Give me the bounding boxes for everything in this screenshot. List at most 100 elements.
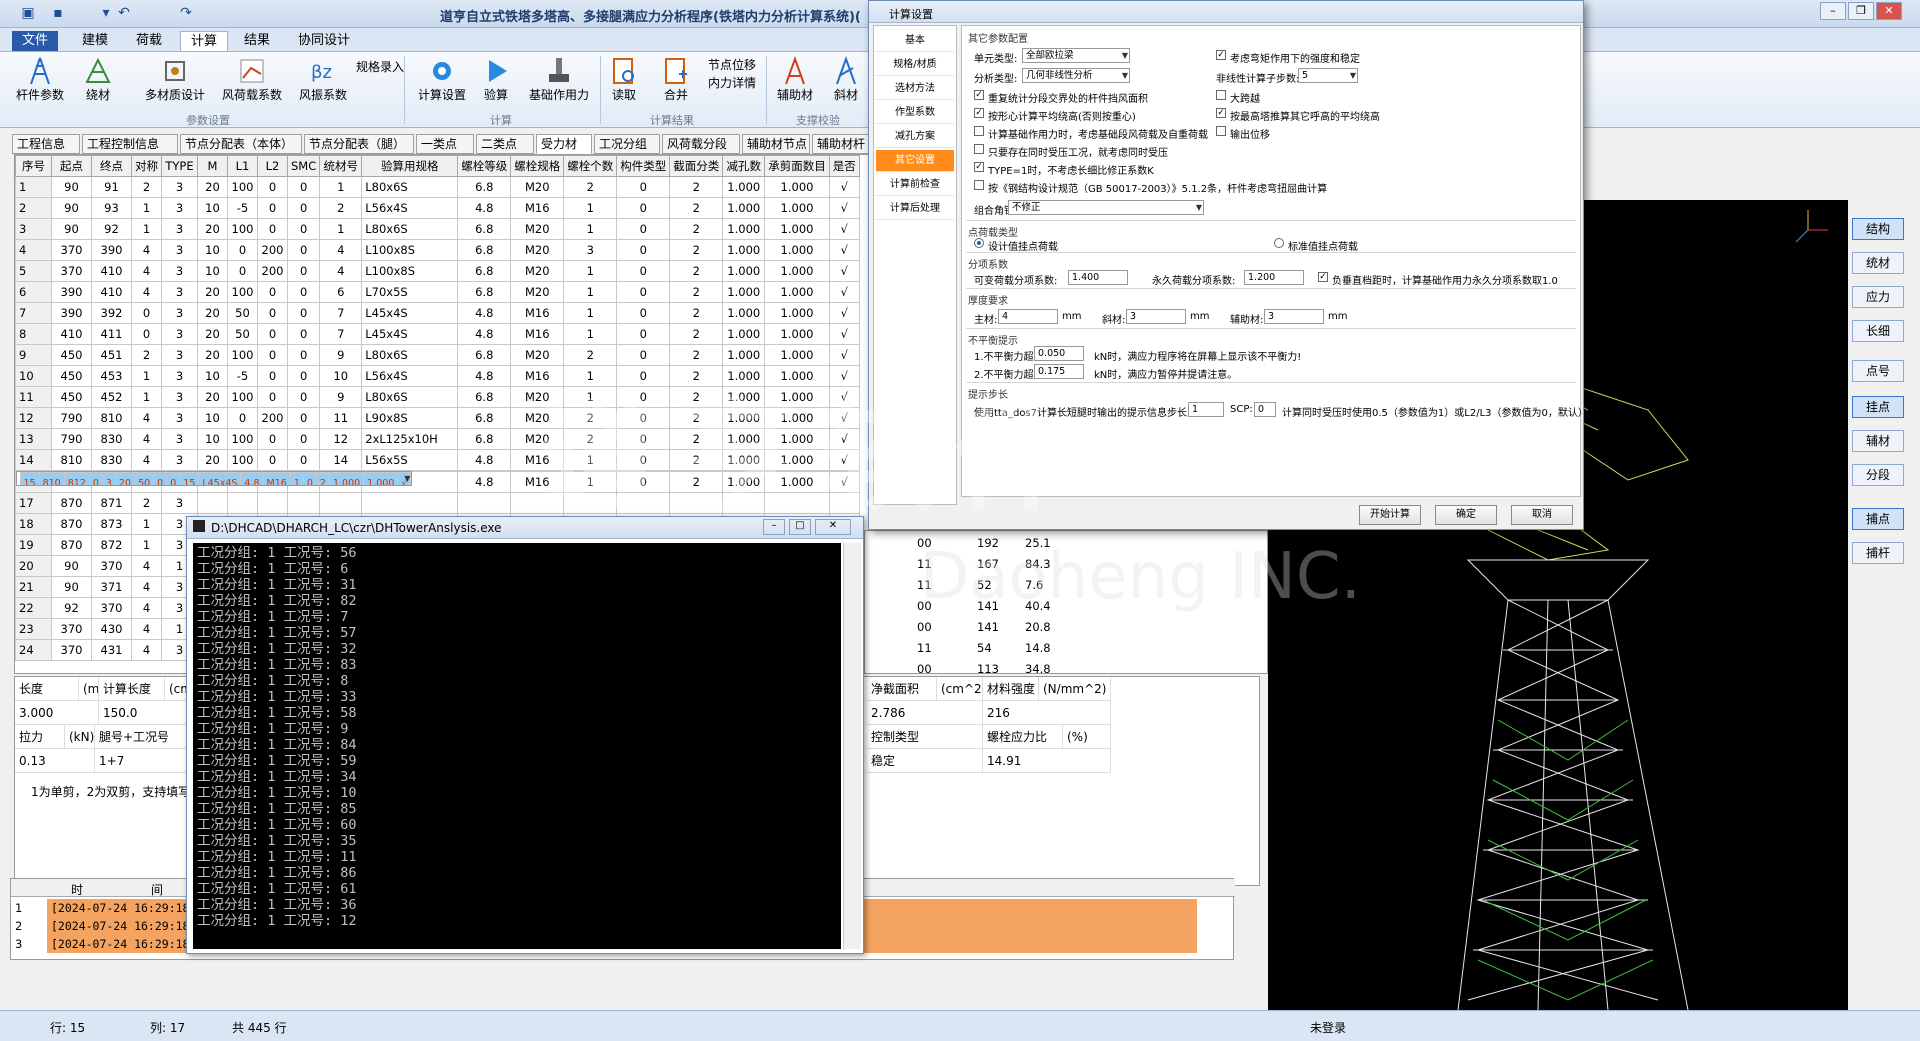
table-cell[interactable]: 1 xyxy=(131,386,162,408)
table-cell[interactable]: 1.000 xyxy=(764,176,830,198)
column-header[interactable]: TYPE xyxy=(161,155,198,177)
tab-project-info[interactable]: 工程信息 xyxy=(12,134,80,154)
table-cell[interactable]: 390 xyxy=(51,281,92,303)
column-header[interactable]: 验算用规格 xyxy=(361,155,459,177)
table-cell[interactable]: 4 xyxy=(131,260,162,282)
tab-class2-point[interactable]: 二类点 xyxy=(476,134,534,154)
table-cell[interactable]: 1.000 xyxy=(722,281,766,303)
table-cell[interactable]: L45x4S xyxy=(361,323,459,345)
table-cell[interactable]: 370 xyxy=(51,639,92,661)
column-header[interactable]: 螺栓规格 xyxy=(510,155,565,177)
merge-button[interactable]: 合并 xyxy=(658,56,694,108)
table-cell[interactable]: 100 xyxy=(227,428,258,450)
view-stress-button[interactable]: 应力 xyxy=(1852,286,1904,308)
table-cell[interactable]: 0 xyxy=(286,323,321,345)
table-cell[interactable]: 1.000 xyxy=(722,197,766,219)
table-cell[interactable]: 0 xyxy=(257,197,288,219)
table-cell[interactable]: 431 xyxy=(91,639,132,661)
table-cell[interactable]: 4 xyxy=(131,618,162,640)
table-cell[interactable]: 0 xyxy=(286,365,321,387)
table-cell[interactable]: 2 xyxy=(669,218,724,240)
table-cell[interactable] xyxy=(457,492,512,514)
table-cell[interactable]: 20 xyxy=(114,472,136,485)
table-cell[interactable]: 810 xyxy=(51,449,92,471)
table-cell[interactable]: 1 xyxy=(563,281,618,303)
table-cell[interactable]: L80x6S xyxy=(361,386,459,408)
snap-rod-button[interactable]: 捕杆 xyxy=(1852,542,1904,564)
table-cell[interactable]: 1 xyxy=(563,323,618,345)
table-cell[interactable]: 4.8 xyxy=(240,472,264,485)
table-cell[interactable]: 1.000 xyxy=(722,239,766,261)
unbal1-input[interactable]: 0.050 xyxy=(1034,346,1084,361)
table-cell[interactable]: 10 xyxy=(197,239,228,261)
tab-node-leg[interactable]: 节点分配表（腿） xyxy=(304,134,414,154)
table-cell[interactable]: 1 xyxy=(131,534,162,556)
table-cell[interactable]: 2 xyxy=(131,344,162,366)
table-cell[interactable]: 20 xyxy=(197,302,228,324)
prop-net-area-value[interactable]: 2.786 xyxy=(867,701,983,725)
table-cell[interactable]: 1.000 xyxy=(764,260,830,282)
table-cell[interactable]: 1.000 xyxy=(328,472,365,485)
nav-selection-method[interactable]: 选材方法 xyxy=(876,78,954,100)
diag-thick-input[interactable]: 3 xyxy=(1126,309,1186,324)
table-cell[interactable]: 452 xyxy=(91,386,132,408)
tab-aux-node[interactable]: 辅助材节点 xyxy=(742,134,810,154)
table-cell[interactable]: L70x5S xyxy=(361,281,459,303)
table-cell[interactable]: 0 xyxy=(616,197,671,219)
table-cell[interactable]: 90 xyxy=(51,576,92,598)
tab-aux-rod[interactable]: 辅助材杆 xyxy=(812,134,870,154)
nav-pre-check[interactable]: 计算前检查 xyxy=(876,174,954,196)
view-slenderness-button[interactable]: 长细 xyxy=(1852,320,1904,342)
table-cell[interactable]: √ xyxy=(828,197,860,219)
redo-icon[interactable]: ↷ xyxy=(176,4,196,22)
prop-bolt-ratio-value[interactable]: 14.91 xyxy=(983,749,1111,773)
table-cell[interactable]: 810 xyxy=(91,407,132,429)
table-cell[interactable]: 3 xyxy=(101,472,116,485)
table-cell[interactable]: 0 xyxy=(131,302,162,324)
table-cell[interactable]: 3 xyxy=(161,176,198,198)
chk-type1[interactable]: ✓ xyxy=(974,162,984,172)
table-cell[interactable]: 3 xyxy=(161,281,198,303)
undo-icon[interactable]: ↶ xyxy=(114,4,134,22)
table-cell[interactable]: 90 xyxy=(51,176,92,198)
column-header[interactable]: 终点 xyxy=(91,155,132,177)
table-cell[interactable]: 0 xyxy=(616,260,671,282)
table-cell[interactable]: 0 xyxy=(286,218,321,240)
table-cell[interactable]: 50 xyxy=(227,323,258,345)
table-cell[interactable]: 0 xyxy=(166,472,181,485)
table-cell[interactable]: 0 xyxy=(286,197,321,219)
table-cell[interactable]: 100 xyxy=(227,218,258,240)
table-cell[interactable]: √ xyxy=(828,218,860,240)
table-row[interactable]: 8 410 411 0 3 20 50 0 0 7 L45x4S 4.8 M16 1 0 2 1.000 1.00… xyxy=(15,323,860,345)
table-cell[interactable] xyxy=(319,492,363,514)
table-cell[interactable]: 1 xyxy=(319,176,363,198)
table-cell[interactable]: 4 xyxy=(131,428,162,450)
restore-button[interactable]: ❐ xyxy=(1848,2,1874,20)
menu-tab-collab[interactable]: 协同设计 xyxy=(288,31,360,51)
table-cell[interactable]: 10 xyxy=(197,197,228,219)
table-cell[interactable]: 1.000 xyxy=(764,239,830,261)
table-cell[interactable]: 1.000 xyxy=(722,176,766,198)
view-node-number-button[interactable]: 点号 xyxy=(1852,360,1904,382)
var-factor-input[interactable]: 1.400 xyxy=(1068,270,1128,285)
table-cell[interactable]: 0 xyxy=(616,239,671,261)
table-cell[interactable]: 0 xyxy=(257,218,288,240)
console-window[interactable]: D:\DHCAD\DHARCH_LC\czr\DHTowerAnslysis.e… xyxy=(186,516,864,954)
table-cell[interactable]: 15 xyxy=(179,472,200,485)
chk-overlap-wind[interactable]: ✓ xyxy=(974,90,984,100)
table-cell[interactable]: 10 xyxy=(197,428,228,450)
wind-load-factor-button[interactable]: 风荷载系数 xyxy=(216,56,288,108)
table-cell[interactable]: 1.000 xyxy=(722,323,766,345)
table-cell[interactable]: 2 xyxy=(131,176,162,198)
diag-material-button[interactable]: 斜材 xyxy=(826,56,866,108)
table-cell[interactable]: 93 xyxy=(91,197,132,219)
prop-length-value[interactable]: 3.000 xyxy=(15,701,99,725)
table-cell[interactable] xyxy=(286,492,321,514)
table-cell[interactable]: 14 xyxy=(319,449,363,471)
table-cell[interactable]: 4 xyxy=(131,555,162,577)
table-cell[interactable]: L45x4S xyxy=(361,302,459,324)
wrap-material-button[interactable]: 绕材 xyxy=(78,56,118,108)
view-hang-point-button[interactable]: 挂点 xyxy=(1852,396,1904,418)
table-cell[interactable]: 453 xyxy=(91,365,132,387)
table-cell[interactable]: M20 xyxy=(510,281,565,303)
